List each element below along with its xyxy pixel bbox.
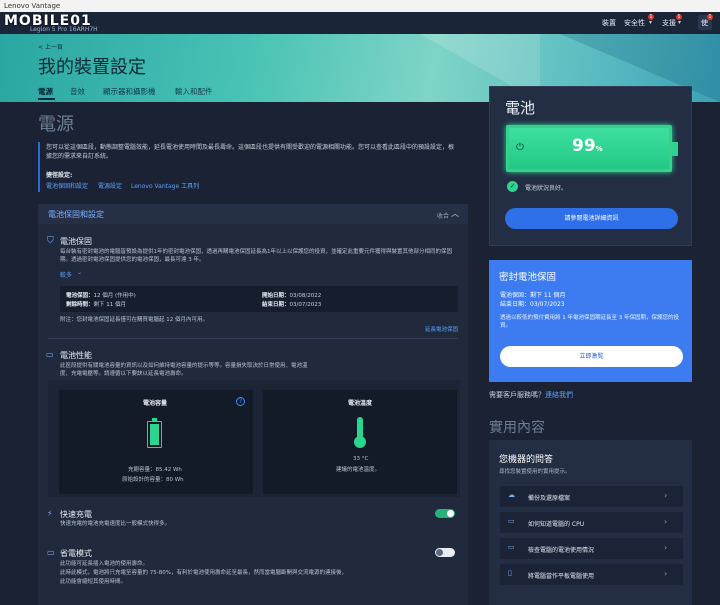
qa-subtitle: 尋找您裝置使用的實用提示。 <box>499 469 571 475</box>
warranty-heading: 電池保固 <box>60 237 92 246</box>
warranty-end-row: 結束日期：03/07/2023 <box>262 302 322 308</box>
chevron-down-icon[interactable]: ⌄ <box>77 269 82 276</box>
performance-heading: 電池性能 <box>60 351 92 360</box>
qa-item-cpu[interactable]: ▭ 如何知道電腦的 CPU › <box>500 512 683 533</box>
warranty-remaining-row: 剩餘時間：剩下 11 個月 <box>66 302 127 308</box>
useful-heading: 實用內容 <box>489 420 545 436</box>
monitor-icon: ▭ <box>508 543 515 551</box>
device-name: Legion 5 Pro 16ARH7H <box>30 26 98 33</box>
help-icon[interactable]: ? <box>236 397 245 406</box>
qa-item-label: 檢查電腦的電池使用情況 <box>528 547 595 554</box>
battery-settings-title: 電池保固和設定 <box>48 210 104 219</box>
qa-title: 您機器的問答 <box>499 455 554 465</box>
battery-details-button[interactable]: 請參閱電池詳細資訊 <box>505 208 678 229</box>
capacity-title: 電池容量 <box>143 400 168 407</box>
tab-power[interactable]: 電源 <box>38 86 53 97</box>
nav-support[interactable]: 支援 <box>662 18 676 28</box>
battery-health-status: 電池狀況良好。 <box>525 185 568 192</box>
collapse-button[interactable]: 收合 <box>437 211 449 220</box>
qa-item-battery-usage[interactable]: ▭ 檢查電腦的電池使用情況 › <box>500 538 683 559</box>
tab-active-indicator <box>38 98 55 100</box>
sealed-warranty-desc: 透過以較低的預付費用將 1 年電池保固期延長至 3 年保固期，保護您的投資。 <box>500 315 679 329</box>
cloud-icon: ☁ <box>508 491 515 499</box>
temperature-note: 建議的電池溫度。 <box>336 467 381 473</box>
temperature-title: 電池溫度 <box>348 400 373 407</box>
qa-item-tablet[interactable]: ▯ 將電腦當作平板電腦使用 › <box>500 564 683 585</box>
buy-now-button[interactable]: 立即激覧 <box>500 346 683 367</box>
battery-gauge-nub <box>672 142 678 156</box>
full-capacity: 充飽容量：85.42 Wh <box>128 467 182 473</box>
conservation-desc-1: 此功能可延長插入電池的使用壽命。 <box>60 561 149 567</box>
lightning-icon: ⚡ <box>47 509 53 518</box>
nav-security[interactable]: 安全性 <box>624 18 645 28</box>
monitor-icon: ▭ <box>46 350 54 359</box>
warranty-description: 每台裝有密封電池的電腦皆預設為提供1年的密封電池保固，透過再購電池保固延長為1年… <box>60 249 453 263</box>
shortcuts-heading: 捷徑設定: <box>46 172 73 179</box>
chevron-down-icon: ▾ <box>678 19 682 26</box>
section-heading: 電源 <box>38 114 74 135</box>
chevron-right-icon: › <box>664 517 668 526</box>
sealed-warranty-end: 結束日期：03/07/2023 <box>500 301 565 308</box>
battery-level-icon <box>147 421 162 448</box>
battery-saver-icon: ▭ <box>47 548 55 557</box>
user-badge: 1 <box>707 14 713 20</box>
design-capacity: 原始設計的容量：80 Wh <box>122 477 184 483</box>
warranty-start-row: 開始日期：03/08/2022 <box>262 293 322 299</box>
sealed-warranty-title: 密封電池保固 <box>499 272 557 283</box>
chevron-up-icon[interactable]: ︿ <box>451 208 459 219</box>
chevron-right-icon: › <box>664 491 668 500</box>
battery-card-title: 電池 <box>505 99 536 117</box>
help-text: 需要客戶服務嗎？連絡我們 <box>489 391 573 399</box>
contact-us-link[interactable]: 連絡我們 <box>545 391 573 399</box>
performance-description: 此區段提供有關電池容量的資訊以及如何維持電池容量的提示等等。容量損失取決於日常使… <box>60 363 308 377</box>
tab-audio[interactable]: 音效 <box>70 86 85 97</box>
page-title: 我的裝置設定 <box>38 57 146 78</box>
toggle-knob <box>436 549 443 556</box>
shield-icon: ⛉ <box>47 236 54 246</box>
warranty-note: 附注：您封電池保固延長僅可在購買電腦起 12 個月內可用。 <box>60 317 208 323</box>
warranty-status-row: 電池保固：12 個月 (作用中) <box>66 293 136 299</box>
battery-percent: 99% <box>572 136 603 156</box>
check-icon: ✓ <box>507 181 518 192</box>
nav-devices[interactable]: 裝置 <box>602 18 616 28</box>
back-link[interactable]: < 上一頁 <box>38 42 63 51</box>
user-avatar: 使 <box>701 19 708 27</box>
chevron-right-icon: › <box>664 543 668 552</box>
more-link[interactable]: 較多 <box>60 270 72 279</box>
toggle-knob <box>447 510 454 517</box>
qa-item-label: 將電腦當作平板電腦使用 <box>528 573 595 580</box>
shortcut-battery-settings[interactable]: 電池保固和設定 <box>46 181 88 190</box>
conservation-desc-3: 此功能會縮短其使用時間。 <box>60 579 127 585</box>
support-badge: 1 <box>676 14 682 20</box>
conservation-desc-2: 此時此模式，電池將只充電至容量的 75-80%，有利於電池使用壽命延至最長，然而… <box>60 570 347 576</box>
warranty-info-box <box>60 286 458 312</box>
qa-item-label: 如何知道電腦的 CPU <box>528 521 585 528</box>
rapid-charge-heading: 快速充電 <box>60 510 92 519</box>
temperature-value: 33 °C <box>353 456 369 462</box>
sealed-warranty-remaining: 電池保固：剩下 11 個月 <box>500 292 566 299</box>
laptop-icon: ▭ <box>508 517 515 525</box>
thermometer-bulb <box>354 436 366 448</box>
shortcut-power-settings[interactable]: 電源設定 <box>98 181 122 190</box>
rapid-charge-toggle[interactable] <box>435 509 455 518</box>
tab-input-accessories[interactable]: 輸入和配件 <box>175 86 213 97</box>
window-titlebar: Lenovo Vantage <box>0 0 720 12</box>
conservation-heading: 省電模式 <box>60 549 92 558</box>
qa-item-label: 備份及還原檔案 <box>528 495 571 502</box>
intro-accent <box>38 142 40 192</box>
chevron-down-icon: ▾ <box>649 19 653 26</box>
qa-item-backup[interactable]: ☁ 備份及還原檔案 › <box>500 486 683 507</box>
rapid-charge-description: 快速充電的電池充電速度比一般模式快得多。 <box>60 521 171 527</box>
security-badge: 1 <box>648 14 654 20</box>
chevron-right-icon: › <box>664 569 668 578</box>
tablet-icon: ▯ <box>508 569 512 577</box>
intro-text: 您可以從這個區段，動態調整電腦效能，延長電池使用時間及最長壽命。這個區段也提供有… <box>46 144 455 160</box>
conservation-toggle[interactable] <box>435 548 455 557</box>
divider <box>48 338 458 339</box>
extend-warranty-link[interactable]: 延長電池保固 <box>425 325 458 333</box>
shortcut-vantage-toolbar[interactable]: Lenovo Vantage 工具列 <box>131 181 199 190</box>
plug-icon: ⏻ <box>516 142 524 153</box>
tab-display-camera[interactable]: 顯示器和攝影機 <box>103 86 156 97</box>
